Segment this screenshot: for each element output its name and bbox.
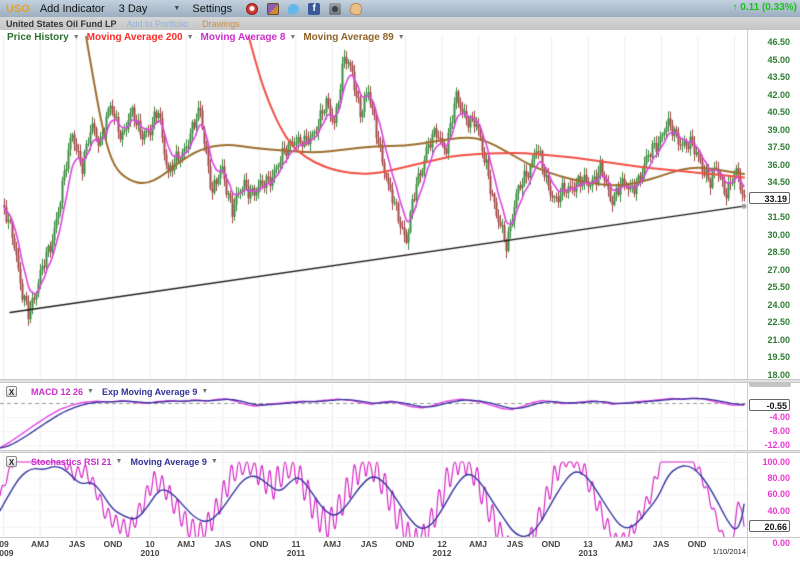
- alarm-clock-icon[interactable]: [246, 3, 258, 15]
- panel-separator-stoch[interactable]: [0, 450, 800, 453]
- axis-scrollbar[interactable]: [749, 382, 791, 387]
- price-axis-label: 36.00: [750, 160, 790, 170]
- date-label: JAS: [352, 539, 386, 549]
- date-label: AMJ: [315, 539, 349, 549]
- symbol-info-bar: United States Oil Fund LP Add to Portfol…: [0, 17, 800, 30]
- ma8-dropdown[interactable]: Moving Average 8: [201, 32, 286, 43]
- price-panel-legend: Price History ▼ Moving Average 200 ▼ Movin…: [0, 30, 405, 45]
- price-history-dropdown[interactable]: Price History: [7, 32, 69, 43]
- package-icon[interactable]: [267, 3, 279, 15]
- date-label: OND: [96, 539, 130, 549]
- change-value: 0.11 (0.33%): [740, 2, 797, 13]
- year-label: 2012: [425, 548, 459, 558]
- date-label: AMJ: [607, 539, 641, 549]
- stoch-axis-label: 40.00: [750, 506, 790, 516]
- chevron-down-icon[interactable]: ▼: [73, 34, 80, 41]
- macd-panel-header: X MACD 12 26 ▼ Exp Moving Average 9 ▼: [6, 386, 208, 397]
- chevron-down-icon[interactable]: ▼: [398, 34, 405, 41]
- date-label: JAS: [644, 539, 678, 549]
- period-dropdown[interactable]: 3 Day: [119, 3, 148, 15]
- date-label: AMJ: [461, 539, 495, 549]
- macd-dropdown[interactable]: MACD 12 26: [31, 387, 83, 397]
- price-axis-label: 25.50: [750, 282, 790, 292]
- price-axis-label: 40.50: [750, 107, 790, 117]
- chevron-down-icon[interactable]: ▼: [87, 388, 94, 395]
- date-label: JAS: [206, 539, 240, 549]
- macd-axis-label: -4.00: [750, 412, 790, 422]
- price-axis-label: 42.00: [750, 90, 790, 100]
- chevron-down-icon[interactable]: ▼: [211, 458, 218, 465]
- price-axis-label: 21.00: [750, 335, 790, 345]
- stoch-value-tag: 20.66: [749, 520, 790, 532]
- date-label: OND: [534, 539, 568, 549]
- stoch-axis-label: 100.00: [750, 457, 790, 467]
- date-axis-border: [0, 537, 800, 538]
- price-axis-label: 22.50: [750, 317, 790, 327]
- add-indicator-button[interactable]: Add Indicator: [40, 3, 105, 15]
- price-axis-label: 27.00: [750, 265, 790, 275]
- stoch-dropdown[interactable]: Stochastics RSI 21: [31, 457, 112, 467]
- year-label: 2011: [279, 548, 313, 558]
- panel-separator-macd[interactable]: [0, 379, 800, 383]
- ma200-dropdown[interactable]: Moving Average 200: [87, 32, 183, 43]
- company-name: United States Oil Fund LP: [6, 19, 117, 29]
- macd-axis-label: -12.00: [750, 440, 790, 450]
- price-axis-label: 18.00: [750, 370, 790, 380]
- price-axis-label: 45.00: [750, 55, 790, 65]
- price-axis-label: 39.00: [750, 125, 790, 135]
- last-date-label: 1/10/2014: [698, 547, 746, 556]
- price-axis-label: 19.50: [750, 352, 790, 362]
- stoch-ma-dropdown[interactable]: Moving Average 9: [130, 457, 206, 467]
- symbol-label[interactable]: USO: [6, 3, 30, 15]
- hand-icon[interactable]: [349, 1, 363, 15]
- drawings-link[interactable]: Drawings: [202, 19, 240, 29]
- year-label: 2010: [133, 548, 167, 558]
- twitter-icon[interactable]: [287, 3, 299, 14]
- date-label: JAS: [498, 539, 532, 549]
- price-axis-label: 46.50: [750, 37, 790, 47]
- ma89-dropdown[interactable]: Moving Average 89: [303, 32, 393, 43]
- date-label: OND: [388, 539, 422, 549]
- toolbar: USO Add Indicator 3 Day ▼ Settings f ↑ 0…: [0, 0, 800, 17]
- charting-app: USO Add Indicator 3 Day ▼ Settings f ↑ 0…: [0, 0, 800, 561]
- settings-button[interactable]: Settings: [192, 3, 232, 15]
- stoch-axis-label: 60.00: [750, 489, 790, 499]
- add-to-portfolio-link[interactable]: Add to Portfolio: [127, 19, 189, 29]
- up-arrow-icon: ↑: [733, 2, 738, 13]
- close-icon[interactable]: X: [6, 386, 17, 397]
- chevron-down-icon[interactable]: ▼: [116, 458, 123, 465]
- price-axis-label: 31.50: [750, 212, 790, 222]
- price-axis-label: 28.50: [750, 247, 790, 257]
- period-caret-icon[interactable]: ▼: [173, 5, 180, 12]
- year-label: 2013: [571, 548, 605, 558]
- close-icon[interactable]: X: [6, 456, 17, 467]
- facebook-icon[interactable]: f: [308, 3, 320, 15]
- axis-separator: [747, 30, 748, 557]
- price-change-indicator: ↑ 0.11 (0.33%): [733, 2, 798, 13]
- price-axis-label: 30.00: [750, 230, 790, 240]
- last-price-tag: 33.19: [749, 192, 790, 204]
- date-label: AMJ: [169, 539, 203, 549]
- macd-axis-label: -8.00: [750, 426, 790, 436]
- price-axis-label: 37.50: [750, 142, 790, 152]
- macd-value-tag: -0.55: [749, 399, 790, 411]
- chevron-down-icon[interactable]: ▼: [187, 34, 194, 41]
- stoch-axis-label: 80.00: [750, 473, 790, 483]
- price-axis-label: 43.50: [750, 72, 790, 82]
- chart-canvas[interactable]: [0, 0, 800, 561]
- camera-icon[interactable]: [329, 3, 341, 15]
- price-axis-label: 34.50: [750, 177, 790, 187]
- chevron-down-icon[interactable]: ▼: [201, 388, 208, 395]
- macd-signal-dropdown[interactable]: Exp Moving Average 9: [102, 387, 197, 397]
- year-label: 2009: [0, 548, 21, 558]
- date-label: OND: [242, 539, 276, 549]
- chevron-down-icon[interactable]: ▼: [289, 34, 296, 41]
- stoch-axis-label: 0.00: [750, 538, 790, 548]
- stoch-panel-header: X Stochastics RSI 21 ▼ Moving Average 9 ▼: [6, 456, 218, 467]
- price-axis-label: 24.00: [750, 300, 790, 310]
- date-label: JAS: [60, 539, 94, 549]
- date-label: AMJ: [23, 539, 57, 549]
